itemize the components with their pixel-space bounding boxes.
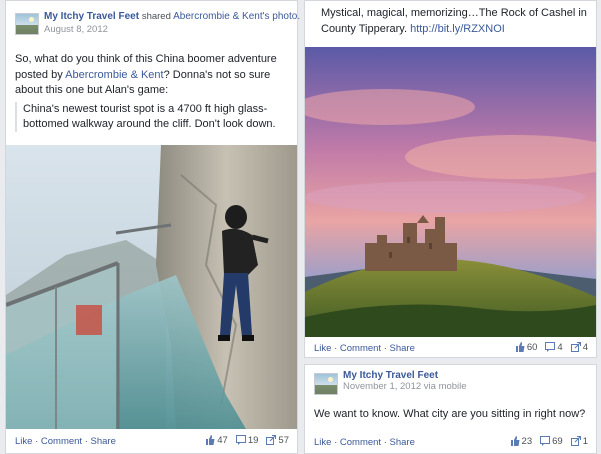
post-actions: Like · Comment · Share — [314, 437, 415, 448]
shares-value: 1 — [582, 436, 588, 447]
comment-button[interactable]: Comment — [340, 343, 381, 354]
mention-link[interactable]: Abercrombie & Kent — [65, 69, 163, 81]
sep: · — [381, 437, 390, 448]
sep: · — [331, 437, 340, 448]
sep: · — [381, 343, 390, 354]
likes-value: 23 — [521, 436, 533, 447]
post-counts: 23 69 1 — [510, 436, 588, 449]
share-icon — [570, 436, 581, 449]
share-icon — [266, 435, 277, 448]
shares-count[interactable]: 57 — [266, 435, 289, 448]
post-counts: 60 4 4 — [515, 342, 588, 355]
likes-value: 60 — [526, 342, 538, 353]
short-link[interactable]: http://bit.ly/RZXNOI — [410, 23, 505, 35]
comments-value: 19 — [247, 435, 259, 446]
likes-count[interactable]: 23 — [510, 436, 533, 449]
comments-count[interactable]: 69 — [540, 436, 563, 449]
author-link[interactable]: My Itchy Travel Feet — [343, 370, 438, 381]
like-button[interactable]: Like — [314, 343, 331, 354]
likes-count[interactable]: 60 — [515, 342, 538, 355]
source-link[interactable]: Abercrombie & Kent's photo. — [173, 11, 300, 22]
left-post-card: My Itchy Travel Feet shared Abercrombie … — [5, 0, 300, 454]
thumbs-up-icon — [515, 342, 525, 355]
likes-count[interactable]: 47 — [205, 435, 228, 448]
comment-icon — [235, 435, 246, 448]
like-button[interactable]: Like — [15, 436, 32, 447]
comment-icon — [545, 342, 556, 355]
share-button[interactable]: Share — [91, 436, 116, 447]
shared-verb: shared — [141, 11, 171, 22]
post-photo-rock-of-cashel[interactable] — [305, 47, 596, 337]
sep: · — [331, 343, 340, 354]
post-actions: Like · Comment · Share — [15, 436, 116, 447]
thumbs-up-icon — [510, 436, 520, 449]
comments-value: 4 — [557, 342, 563, 353]
like-button[interactable]: Like — [314, 437, 331, 448]
sep: · — [82, 436, 91, 447]
post-text: So, what do you think of this China boom… — [15, 52, 293, 99]
post-counts: 47 19 57 — [205, 435, 289, 448]
author-link[interactable]: My Itchy Travel Feet — [44, 11, 139, 22]
share-button[interactable]: Share — [390, 437, 415, 448]
page-avatar[interactable] — [15, 13, 39, 35]
post-photo-glass-walkway[interactable] — [6, 145, 297, 429]
comments-count[interactable]: 4 — [545, 342, 563, 355]
share-button[interactable]: Share — [390, 343, 415, 354]
quoted-text: China's newest tourist spot is a 4700 ft… — [15, 102, 293, 132]
post-header: My Itchy Travel Feet shared Abercrombie … — [44, 11, 300, 22]
comments-value: 69 — [552, 436, 563, 447]
right-top-post-card: Mystical, magical, memorizing…The Rock o… — [304, 0, 597, 358]
shares-value: 4 — [582, 342, 588, 353]
comment-button[interactable]: Comment — [41, 436, 82, 447]
thumbs-up-icon — [205, 435, 215, 448]
shares-value: 57 — [278, 435, 289, 446]
shares-count[interactable]: 4 — [570, 342, 588, 355]
share-icon — [570, 342, 581, 355]
comment-button[interactable]: Comment — [340, 437, 381, 448]
sep: · — [32, 436, 41, 447]
post-text: Mystical, magical, memorizing…The Rock o… — [321, 6, 591, 37]
post-actions: Like · Comment · Share — [314, 343, 415, 354]
right-bottom-post-card: My Itchy Travel Feet November 1, 2012 vi… — [304, 364, 597, 454]
post-date[interactable]: August 8, 2012 — [44, 24, 108, 35]
post-text: We want to know. What city are you sitti… — [314, 408, 586, 420]
page-avatar[interactable] — [314, 373, 338, 395]
likes-value: 47 — [217, 435, 228, 446]
post-date[interactable]: November 1, 2012 via mobile — [343, 381, 467, 392]
comment-icon — [540, 436, 551, 449]
comments-count[interactable]: 19 — [235, 435, 259, 448]
shares-count[interactable]: 1 — [570, 436, 588, 449]
